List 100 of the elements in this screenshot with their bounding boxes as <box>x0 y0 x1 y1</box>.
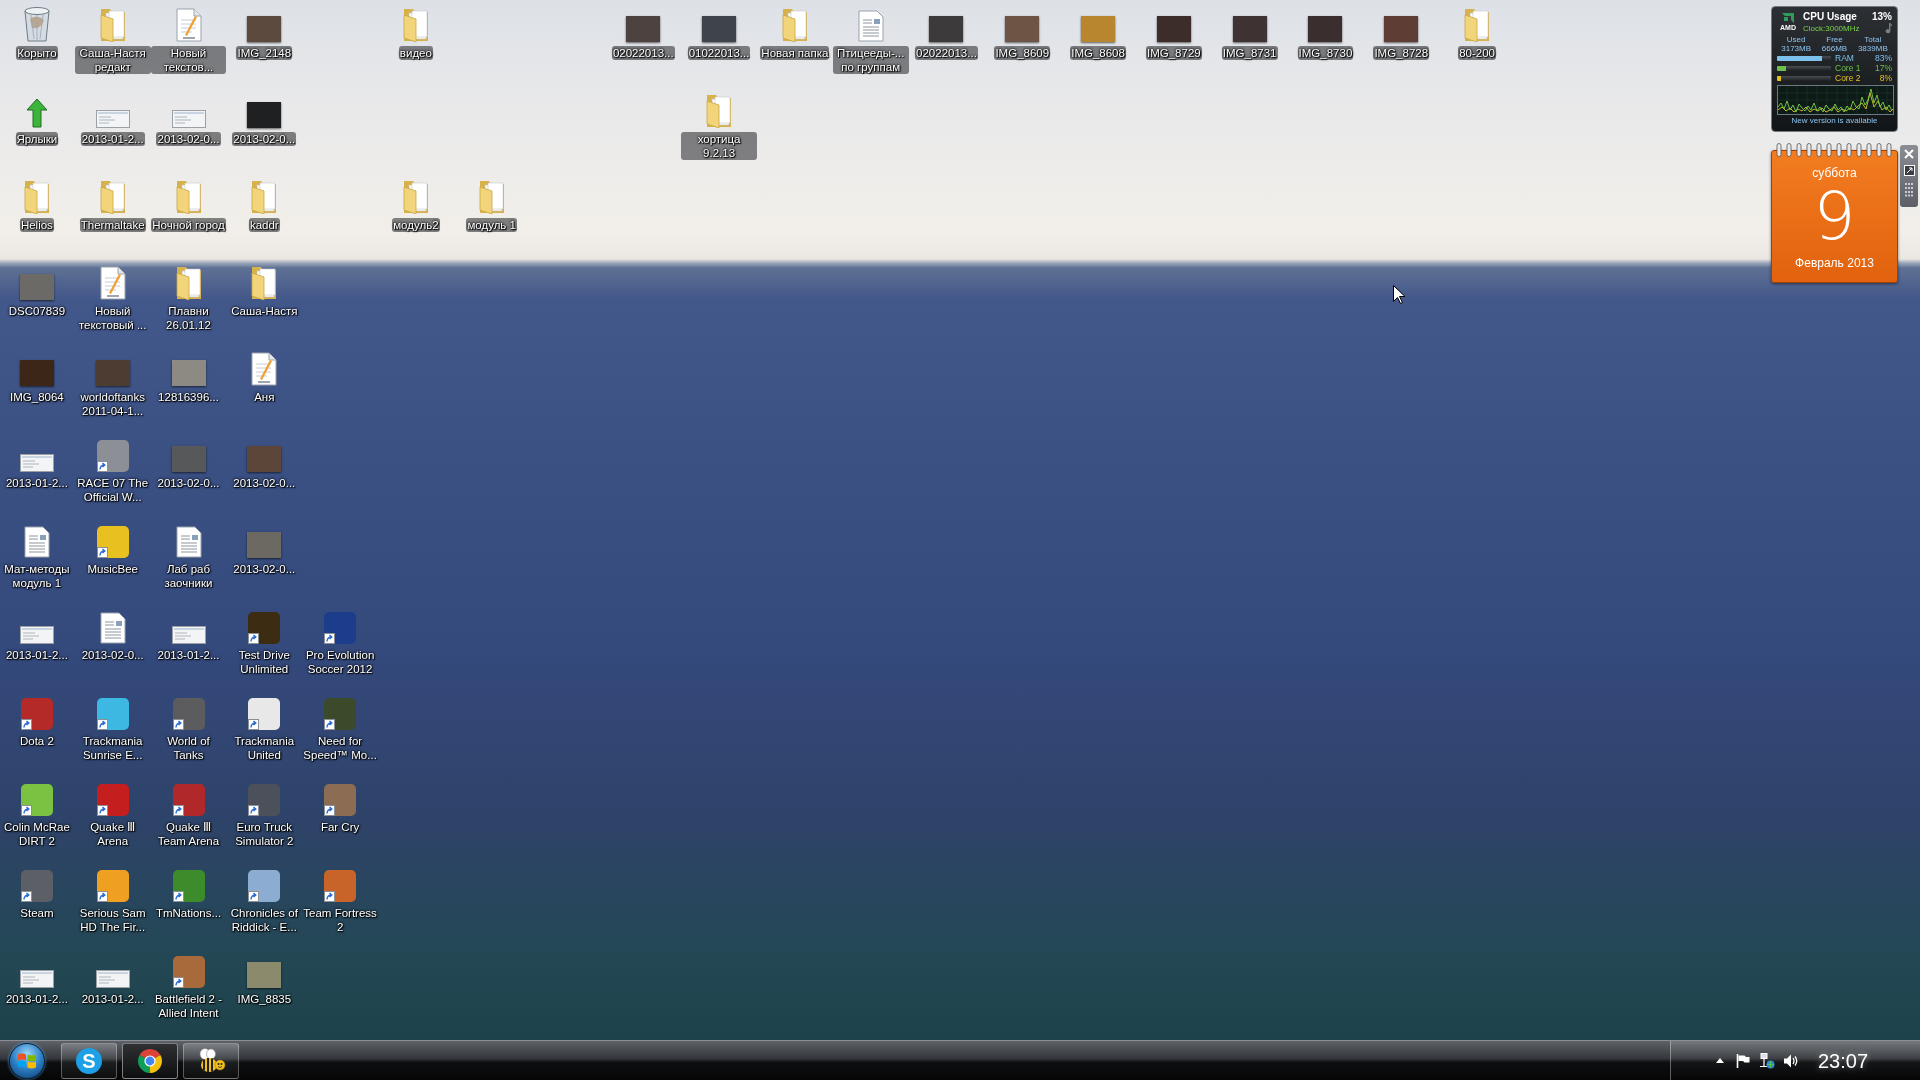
up-triangle-icon[interactable] <box>1716 1058 1724 1063</box>
photo-thumbnail[interactable] <box>247 532 282 558</box>
screenshot-thumbnail[interactable] <box>19 454 54 472</box>
app-icon[interactable] <box>172 784 205 816</box>
app-icon[interactable] <box>172 956 205 988</box>
desktop-icon-label[interactable]: Euro Truck Simulator 2 <box>226 820 303 848</box>
photo-thumbnail[interactable] <box>1081 16 1116 42</box>
desktop-icon-label[interactable]: 2013-02-0... <box>81 648 144 662</box>
document-icon[interactable] <box>174 526 203 558</box>
folder-icon[interactable] <box>173 266 204 300</box>
app-icon[interactable] <box>324 870 357 902</box>
desktop-icon-label[interactable]: Саша-Настя редакт <box>74 46 151 74</box>
close-icon[interactable] <box>1904 149 1914 159</box>
desktop-icon-label[interactable]: World of Tanks <box>150 734 227 762</box>
taskbar-button[interactable] <box>183 1042 239 1079</box>
document-icon[interactable] <box>98 612 127 644</box>
photo-thumbnail[interactable] <box>1308 16 1343 42</box>
photo-thumbnail[interactable] <box>702 16 737 42</box>
photo-thumbnail[interactable] <box>247 446 282 472</box>
desktop-icon-label[interactable]: IMG_8835 <box>237 992 292 1006</box>
photo-thumbnail[interactable] <box>247 962 282 988</box>
app-icon[interactable] <box>96 870 129 902</box>
desktop-icon-label[interactable]: 2013-02-0... <box>233 562 296 576</box>
desktop-icon-label[interactable]: Test Drive Unlimited <box>226 648 303 676</box>
desktop-icon-label[interactable]: IMG_8064 <box>10 390 64 404</box>
screenshot-thumbnail[interactable] <box>171 626 206 644</box>
desktop-icon-label[interactable]: Плавни 26.01.12 <box>150 304 227 332</box>
desktop-icon-label[interactable]: Need for Speed™ Mo... <box>302 734 378 762</box>
resize-icon[interactable] <box>1903 165 1915 176</box>
desktop-icon-label[interactable]: Team Fortress 2 <box>302 906 378 934</box>
recycle-bin-icon[interactable] <box>21 6 52 42</box>
taskbar-button[interactable] <box>122 1042 178 1079</box>
desktop-icon-label[interactable]: Аня <box>254 390 275 404</box>
desktop-icon-label[interactable]: Pro Evolution Soccer 2012 <box>302 648 378 676</box>
clock-time[interactable]: 23:07 <box>1818 1049 1869 1072</box>
app-icon[interactable] <box>96 698 129 730</box>
desktop-icon-label[interactable]: Colin McRae DIRT 2 <box>0 820 75 848</box>
app-icon[interactable] <box>96 526 129 558</box>
screenshot-thumbnail[interactable] <box>95 110 130 128</box>
desktop-icon-label[interactable]: 2013-01-2... <box>5 476 68 490</box>
app-icon[interactable] <box>248 870 281 902</box>
desktop-icon-label[interactable]: TmNations... <box>155 906 222 920</box>
desktop-icon-label[interactable]: 2013-02-0... <box>233 476 296 490</box>
desktop-icon-label[interactable]: 2013-02-0... <box>157 476 220 490</box>
desktop-icon-label[interactable]: Саша-Настя <box>231 304 298 318</box>
desktop-icon-label[interactable]: хортица 9.2.13 <box>681 132 757 160</box>
desktop-icon-label[interactable]: Quake Ⅲ Arena <box>74 820 151 848</box>
desktop-icon-label[interactable]: 2013-01-2... <box>5 992 68 1006</box>
text-file-icon[interactable] <box>99 266 126 300</box>
app-icon[interactable] <box>96 784 129 816</box>
desktop-icon-label[interactable]: Новый текстов... <box>150 46 227 74</box>
desktop-icon-label[interactable]: Trackmania Sunrise E... <box>74 734 151 762</box>
photo-thumbnail[interactable] <box>171 446 206 472</box>
desktop-icon-label[interactable]: Battlefield 2 - Allied Intent <box>150 992 227 1020</box>
desktop-icon-label[interactable]: Steam <box>20 906 54 920</box>
app-icon[interactable] <box>324 612 357 644</box>
desktop-icon-label[interactable]: Dota 2 <box>19 734 54 748</box>
desktop-icon-label[interactable]: Trackmania United <box>226 734 303 762</box>
desktop-icon-label[interactable]: Far Cry <box>320 820 360 834</box>
photo-thumbnail[interactable] <box>171 360 206 386</box>
app-icon[interactable] <box>96 440 129 472</box>
desktop-icon-label[interactable]: RACE 07 The Official W... <box>74 476 151 504</box>
desktop-icon-label[interactable]: worldoftanks 2011-04-1... <box>74 390 151 418</box>
desktop-icon-label[interactable]: 2013-01-2... <box>157 648 220 662</box>
photo-thumbnail[interactable] <box>247 16 282 42</box>
photo-thumbnail[interactable] <box>247 102 282 128</box>
photo-thumbnail[interactable] <box>1384 16 1419 42</box>
network-icon[interactable] <box>1759 1052 1775 1069</box>
photo-thumbnail[interactable] <box>626 16 661 42</box>
desktop-icon-label[interactable]: Лаб раб заочники <box>150 562 227 590</box>
screenshot-thumbnail[interactable] <box>171 110 206 128</box>
app-icon[interactable] <box>20 698 53 730</box>
desktop-icon-label[interactable]: Serious Sam HD The Fir... <box>74 906 151 934</box>
desktop-icon-label[interactable]: Новый текстовый ... <box>74 304 151 332</box>
photo-thumbnail[interactable] <box>1232 16 1267 42</box>
photo-thumbnail[interactable] <box>95 360 130 386</box>
text-file-icon[interactable] <box>251 352 278 386</box>
desktop-icon-label[interactable]: Chronicles of Riddick - E... <box>226 906 303 934</box>
app-icon[interactable] <box>324 784 357 816</box>
music-note-icon[interactable] <box>1885 23 1892 34</box>
screenshot-thumbnail[interactable] <box>95 970 130 988</box>
desktop-icon-label[interactable]: 2013-01-2... <box>5 648 68 662</box>
up-arrow-icon[interactable] <box>25 98 48 128</box>
flag-icon[interactable] <box>1736 1053 1750 1068</box>
app-icon[interactable] <box>20 870 53 902</box>
desktop-icon-label[interactable]: Мат-методы модуль 1 <box>0 562 75 590</box>
screenshot-thumbnail[interactable] <box>19 626 54 644</box>
photo-thumbnail[interactable] <box>19 360 54 386</box>
photo-thumbnail[interactable] <box>1005 16 1040 42</box>
app-icon[interactable] <box>248 698 281 730</box>
app-icon[interactable] <box>172 698 205 730</box>
app-icon[interactable] <box>172 870 205 902</box>
app-icon[interactable] <box>248 784 281 816</box>
desktop-icon-label[interactable]: Птицееды-... по группам <box>832 46 909 74</box>
desktop-icon-label[interactable]: 12816396... <box>158 390 219 404</box>
desktop-icon-label[interactable]: 2013-01-2... <box>81 992 144 1006</box>
photo-thumbnail[interactable] <box>19 274 54 300</box>
photo-thumbnail[interactable] <box>1156 16 1191 42</box>
update-notice-link[interactable]: New version is available <box>1791 116 1878 126</box>
document-icon[interactable] <box>22 526 51 558</box>
